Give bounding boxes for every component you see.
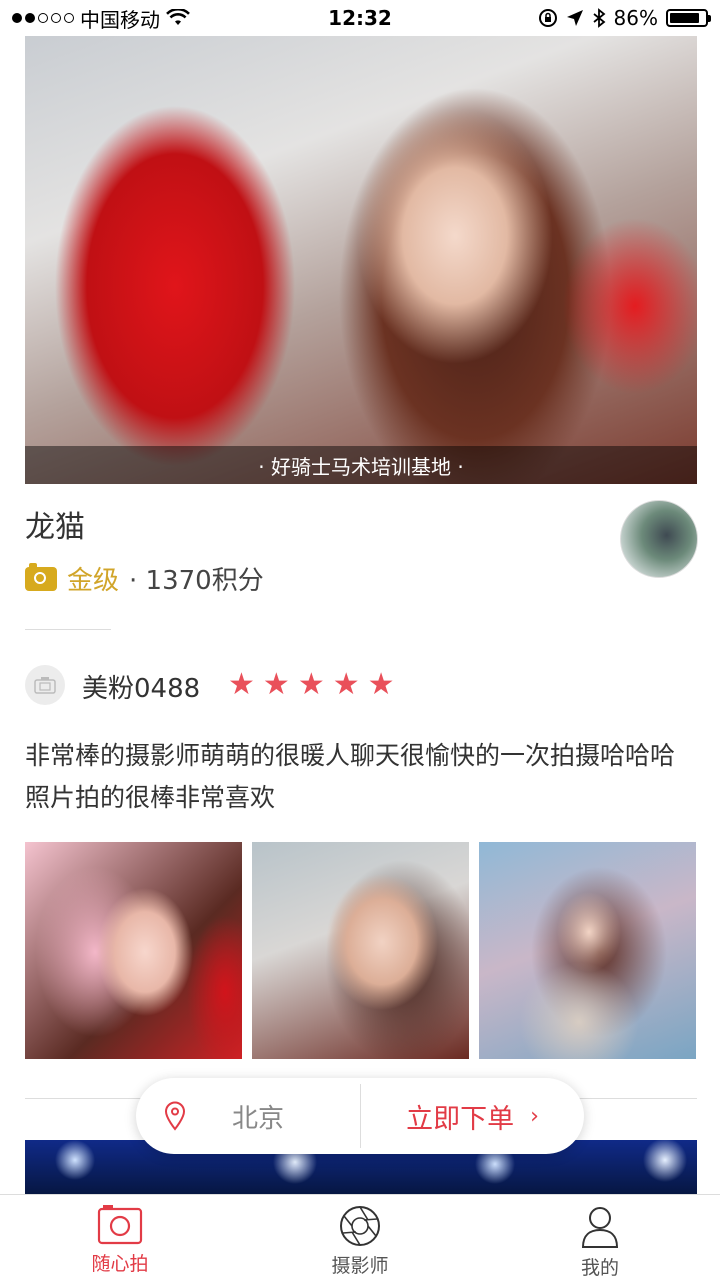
review-photo-thumbnail[interactable] xyxy=(252,842,469,1059)
hero-location-caption: · 好骑士马术培训基地 · xyxy=(25,446,697,484)
location-arrow-icon xyxy=(566,10,583,26)
star-icon: ★ xyxy=(297,667,325,702)
photographer-avatar[interactable] xyxy=(620,500,698,578)
rating-stars: ★ ★ ★ ★ ★ xyxy=(228,668,395,702)
user-icon xyxy=(581,1207,619,1248)
order-now-button[interactable]: 立即下单 › xyxy=(361,1078,584,1154)
review-photos xyxy=(25,842,696,1059)
status-bar: 中国移动 12:32 86% xyxy=(0,0,720,36)
star-icon: ★ xyxy=(262,667,290,702)
tab-label: 摄影师 xyxy=(331,1255,389,1277)
tab-label: 我的 xyxy=(580,1257,619,1279)
battery-percent: 86% xyxy=(613,6,658,30)
star-icon: ★ xyxy=(367,667,395,702)
chevron-right-icon: › xyxy=(530,1103,539,1129)
divider xyxy=(25,629,111,630)
order-now-label: 立即下单 xyxy=(406,1103,515,1135)
battery-icon xyxy=(666,9,711,27)
camera-badge-icon xyxy=(25,562,57,591)
location-pin-icon xyxy=(164,1101,186,1131)
booking-bar: 北京 立即下单 › xyxy=(136,1078,584,1154)
review-photo-thumbnail[interactable] xyxy=(25,842,242,1059)
city-selector[interactable]: 北京 xyxy=(136,1078,360,1154)
wifi-icon xyxy=(166,9,190,25)
camera-placeholder-icon xyxy=(34,677,56,694)
tab-me[interactable]: 我的 xyxy=(480,1195,720,1280)
star-icon: ★ xyxy=(332,667,360,702)
review-photo-thumbnail[interactable] xyxy=(479,842,696,1059)
bluetooth-icon xyxy=(592,8,605,28)
hero-photo[interactable]: · 好骑士马术培训基地 · xyxy=(25,36,697,484)
tab-label: 随心拍 xyxy=(91,1253,149,1275)
star-icon: ★ xyxy=(228,667,255,702)
photographer-level-row: 金级 · 1370积分 xyxy=(25,560,264,597)
tab-bar: 随心拍 摄影师 我的 xyxy=(0,1194,720,1280)
photographer-name: 龙猫 xyxy=(25,510,85,545)
points-label: · 1370积分 xyxy=(129,566,264,596)
reviewer-name: 美粉0488 xyxy=(82,674,201,704)
level-label: 金级 xyxy=(67,566,120,596)
reviewer-avatar xyxy=(25,665,65,705)
camera-icon xyxy=(97,1205,143,1245)
city-label: 北京 xyxy=(232,1103,285,1134)
battery-level xyxy=(670,13,700,23)
tab-photographers[interactable]: 摄影师 xyxy=(240,1195,480,1280)
status-right: 86% xyxy=(538,6,711,30)
status-left: 中国移动 xyxy=(12,4,190,33)
carrier-label: 中国移动 xyxy=(80,7,160,32)
review-text: 非常棒的摄影师萌萌的很暖人聊天很愉快的一次拍摄哈哈哈照片拍的很棒非常喜欢 xyxy=(25,741,676,812)
signal-icon xyxy=(12,13,74,23)
tab-shoot[interactable]: 随心拍 xyxy=(0,1195,240,1280)
orientation-lock-icon xyxy=(538,9,557,27)
aperture-icon xyxy=(340,1206,380,1246)
